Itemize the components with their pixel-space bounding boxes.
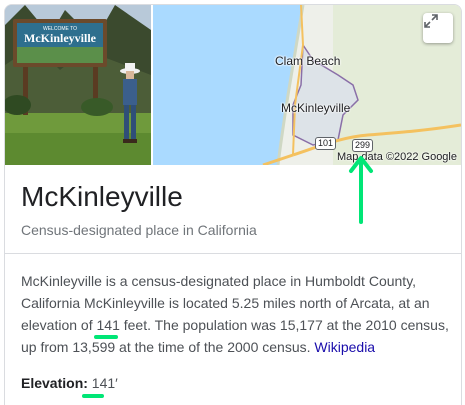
expand-icon [424,14,438,28]
map-label-mckinleyville: McKinleyville [281,101,351,115]
map-illustration [153,5,461,165]
elevation-fact: Elevation: 141′ [21,375,118,391]
place-title: McKinleyville [21,181,183,212]
route-101-shield: 101 [315,137,337,150]
sign-name-text: McKinleyville [24,31,97,45]
wikipedia-link[interactable]: Wikipedia [314,339,375,355]
elevation-value: 141′ [91,375,118,391]
map-thumbnail[interactable]: Clam Beach McKinleyville 101 299 Map dat… [153,5,461,165]
divider [5,253,461,254]
place-subtitle: Census-designated place in California [21,222,257,238]
map-credit: Map data ©2022 Google [336,151,457,163]
knowledge-panel-card: WELCOME TO McKinleyville Clam Beach McKi… [4,4,462,405]
description-elevation-value: 141 [96,317,120,333]
expand-map-button[interactable] [423,13,453,43]
place-description: McKinleyville is a census-designated pla… [21,270,449,358]
place-photo[interactable]: WELCOME TO McKinleyville [5,5,151,165]
elevation-label: Elevation: [21,375,88,391]
photo-illustration: WELCOME TO McKinleyville [5,5,151,165]
media-strip: WELCOME TO McKinleyville Clam Beach McKi… [5,5,461,165]
map-label-clam-beach: Clam Beach [275,54,341,68]
